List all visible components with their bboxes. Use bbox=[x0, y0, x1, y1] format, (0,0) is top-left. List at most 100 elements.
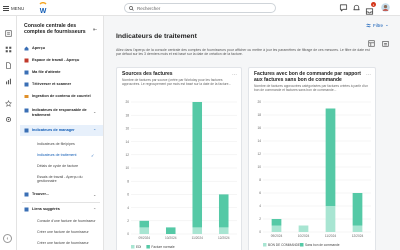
nav-item-file-attente[interactable]: Ma file d'attente bbox=[24, 70, 102, 75]
legend-label: Facture normale bbox=[151, 245, 174, 249]
bar-segment[interactable] bbox=[218, 194, 229, 228]
nav-item-ingestion[interactable]: Ingestion de contenu de courriel bbox=[24, 94, 102, 99]
bar-segment[interactable] bbox=[192, 227, 203, 234]
filter-button[interactable]: Filtre ⌄ bbox=[366, 22, 389, 28]
workday-logo[interactable]: W bbox=[38, 2, 48, 14]
y-tick-label: 0 bbox=[259, 230, 261, 234]
x-tick-label: 09/2024 bbox=[138, 236, 150, 240]
bar-segment[interactable] bbox=[165, 227, 176, 234]
chart-title: Sources des factures bbox=[122, 71, 173, 77]
export-icon[interactable] bbox=[382, 40, 389, 47]
chevron-down-icon: ⌄ bbox=[385, 22, 389, 27]
link-console-facture[interactable]: Console d'une facture de fournisseur bbox=[37, 219, 97, 223]
nav-item-liens-suggeres[interactable]: Liens suggérés bbox=[24, 207, 102, 212]
chart-icon[interactable] bbox=[5, 78, 12, 85]
chevron-down-icon[interactable]: ⌄ bbox=[93, 109, 96, 114]
document-icon[interactable] bbox=[5, 62, 12, 69]
legend-label: EDI bbox=[136, 245, 141, 249]
y-tick-label: 8 bbox=[127, 179, 129, 183]
back-button[interactable]: ‹ bbox=[3, 234, 12, 243]
x-tick-label: 12/2024 bbox=[352, 234, 364, 238]
y-tick-label: 4 bbox=[259, 204, 261, 208]
inbox-button[interactable]: 1 bbox=[365, 2, 376, 15]
inbox-icon bbox=[365, 8, 374, 15]
y-tick-label: 20 bbox=[257, 100, 261, 104]
top-bar: MENU W 1 bbox=[0, 0, 400, 16]
chat-icon[interactable] bbox=[339, 3, 348, 12]
sub-item-file-pipes[interactable]: Indicateurs de file/pipes bbox=[37, 142, 97, 146]
divider bbox=[22, 202, 100, 203]
bar-segment[interactable] bbox=[325, 206, 336, 232]
chart-description: Nombre de factures approuvées catégorisé… bbox=[254, 84, 369, 92]
svg-text:W: W bbox=[40, 8, 47, 14]
bar-segment[interactable] bbox=[352, 225, 363, 233]
more-options-icon[interactable]: ⋯ bbox=[366, 72, 371, 78]
bar-segment[interactable] bbox=[139, 220, 150, 228]
nav-item-indicateurs-responsable[interactable]: Indicateurs de responsable de traitement bbox=[24, 108, 102, 117]
y-tick-label: 2 bbox=[127, 219, 129, 223]
find-icon bbox=[24, 192, 29, 197]
bar-segment[interactable] bbox=[218, 227, 229, 234]
star-icon[interactable] bbox=[5, 100, 12, 107]
y-tick-label: 6 bbox=[127, 193, 129, 197]
bar-segment[interactable] bbox=[139, 227, 150, 234]
nav-item-televerser[interactable]: Téléverser et scanner bbox=[24, 82, 102, 87]
nav-item-trouver[interactable]: Trouver... bbox=[24, 192, 102, 197]
grid-view-icon[interactable] bbox=[368, 40, 375, 47]
collapse-panel-icon[interactable]: ⇤ bbox=[93, 27, 97, 33]
upload-icon bbox=[24, 82, 29, 87]
y-tick-label: 8 bbox=[259, 178, 261, 182]
bar-segment[interactable] bbox=[192, 102, 203, 228]
nav-item-apercu[interactable]: Aperçu bbox=[24, 46, 102, 51]
y-tick-label: 4 bbox=[127, 206, 129, 210]
settings-icon[interactable] bbox=[5, 116, 12, 123]
chart-card-bon-commande: Factures avec bon de commande par rappor… bbox=[248, 67, 376, 250]
grid-icon[interactable] bbox=[5, 46, 12, 53]
bar-segment[interactable] bbox=[271, 225, 282, 233]
bar-segment[interactable] bbox=[271, 219, 282, 226]
bar-segment[interactable] bbox=[298, 225, 309, 233]
sub-item-essais[interactable]: Essais de travail - Aperçu du gestionnai… bbox=[37, 175, 97, 184]
page-description: Allez dans l'aperçu de la console centra… bbox=[116, 48, 370, 57]
y-tick-label: 20 bbox=[125, 100, 129, 104]
sub-item-delais[interactable]: Délais de cycle de facture bbox=[37, 164, 97, 168]
x-tick-label: 12/2024 bbox=[218, 236, 230, 240]
app-rail bbox=[0, 16, 17, 250]
filter-label: Filtre bbox=[373, 22, 383, 28]
manager-metrics-icon bbox=[24, 128, 29, 133]
link-creer-facture-2[interactable]: Créer une facture de fournisseur bbox=[37, 241, 97, 245]
menu-button[interactable]: MENU bbox=[3, 3, 24, 13]
nav-item-espace-travail[interactable]: Espace de travail - Aperçu bbox=[24, 58, 102, 63]
search-bar[interactable] bbox=[124, 3, 276, 13]
link-creer-facture[interactable]: Créer une facture de fournisseur bbox=[37, 230, 97, 234]
home-icon bbox=[24, 46, 29, 51]
user-avatar[interactable] bbox=[381, 3, 390, 12]
queue-icon bbox=[24, 70, 29, 75]
x-tick-label: 11/2024 bbox=[325, 234, 337, 238]
y-tick-label: 0 bbox=[127, 232, 129, 236]
nav-title: Console centrale des comptes de fourniss… bbox=[24, 23, 86, 36]
chevron-up-icon[interactable]: ⌃ bbox=[93, 128, 96, 133]
y-tick-label: 2 bbox=[259, 217, 261, 221]
back-icon: ‹ bbox=[6, 235, 9, 242]
legend-swatch bbox=[146, 245, 150, 249]
search-input[interactable] bbox=[137, 5, 257, 11]
chevron-down-icon[interactable]: ⌄ bbox=[93, 192, 96, 197]
sub-item-traitement[interactable]: Indicateurs de traitement bbox=[37, 153, 97, 157]
y-tick-label: 18 bbox=[257, 113, 261, 117]
x-tick-label: 11/2024 bbox=[192, 236, 204, 240]
checkmark-icon: ✓ bbox=[91, 153, 95, 158]
bar-chart-bon-commande: 0 2 4 6 8 10 12 14 16 18 20 09/2024 10/2024 11/2024 12… bbox=[257, 100, 371, 247]
bar-segment[interactable] bbox=[352, 193, 363, 226]
bell-icon[interactable] bbox=[352, 3, 361, 12]
y-tick-label: 16 bbox=[257, 126, 261, 130]
chart-title: Factures avec bon de commande par rappor… bbox=[254, 71, 361, 83]
y-tick-label: 18 bbox=[125, 113, 129, 117]
bar-segment[interactable] bbox=[325, 108, 336, 207]
link-icon bbox=[24, 207, 29, 212]
y-tick-label: 10 bbox=[125, 166, 129, 170]
nav-item-indicateurs-manager[interactable]: Indicateurs de manager bbox=[20, 125, 103, 136]
menu-label: MENU bbox=[11, 5, 25, 11]
list-icon[interactable] bbox=[5, 30, 12, 37]
chevron-up-icon[interactable]: ⌃ bbox=[93, 207, 96, 212]
